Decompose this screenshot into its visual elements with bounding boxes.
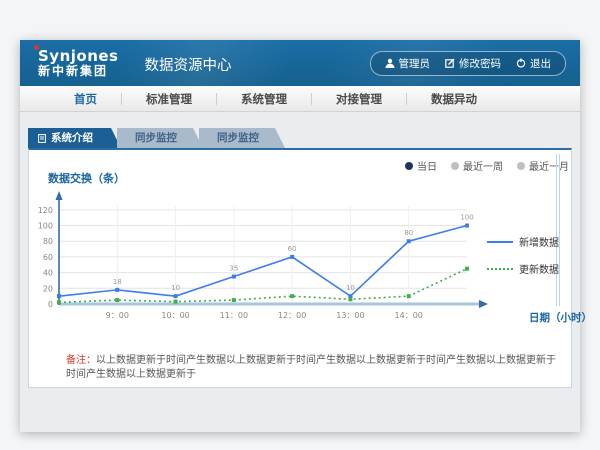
- tab-content: 当日 最近一周 最近一月 数据交换（条） 9：00 10：00 11：00 12：00…: [28, 148, 572, 388]
- main-nav: 首页 标准管理 系统管理 对接管理 数据异动: [20, 86, 580, 112]
- chart-x-axis-title: 日期（小时）: [529, 310, 592, 325]
- svg-text:18: 18: [113, 278, 122, 286]
- user-menu-change-password-label: 修改密码: [459, 56, 501, 71]
- svg-text:20: 20: [43, 284, 53, 293]
- radio-today-label: 当日: [417, 158, 437, 173]
- logo-asterisk-icon: [34, 45, 39, 50]
- footnote-text: 以上数据更新于时间产生数据以上数据更新于时间产生数据以上数据更新于时间产生数据以…: [66, 355, 556, 380]
- logout-icon: [516, 58, 526, 68]
- radio-last-month[interactable]: 最近一月: [517, 158, 569, 173]
- radio-last-month-label: 最近一月: [529, 158, 569, 173]
- app-header: Synjones 新中新集团 数据资源中心 管理员 修改密码 退出: [20, 40, 580, 86]
- desktop-background: Synjones 新中新集团 数据资源中心 管理员 修改密码 退出: [0, 0, 600, 450]
- nav-item-data-change[interactable]: 数据异动: [407, 91, 501, 107]
- user-menu-logout-label: 退出: [530, 56, 551, 71]
- panel-vertical-divider: [556, 154, 560, 306]
- radio-today[interactable]: 当日: [405, 158, 437, 173]
- user-menu-admin-label: 管理员: [399, 56, 431, 71]
- footnote: 备注：以上数据更新于时间产生数据以上数据更新于时间产生数据以上数据更新于时间产生…: [66, 354, 561, 382]
- legend-dotted-line-icon: [487, 268, 513, 270]
- period-filter-group: 当日 最近一周 最近一月: [405, 158, 569, 173]
- radio-last-week-label: 最近一周: [463, 158, 503, 173]
- radio-unselected-icon: [517, 162, 525, 170]
- user-menu-change-password[interactable]: 修改密码: [445, 56, 501, 71]
- document-icon: [38, 134, 46, 143]
- legend-update-data-label: 更新数据: [519, 261, 559, 276]
- logo-text-en: Synjones: [38, 49, 119, 65]
- legend-solid-line-icon: [487, 241, 513, 243]
- user-menu: 管理员 修改密码 退出: [370, 51, 567, 76]
- svg-text:120: 120: [38, 206, 53, 215]
- nav-item-interface-management[interactable]: 对接管理: [312, 91, 406, 107]
- svg-text:60: 60: [288, 245, 297, 253]
- svg-text:100: 100: [38, 222, 53, 231]
- legend-item-update-data[interactable]: 更新数据: [487, 261, 559, 276]
- nav-item-standard-management[interactable]: 标准管理: [122, 91, 216, 107]
- svg-text:80: 80: [43, 237, 53, 246]
- app-window: Synjones 新中新集团 数据资源中心 管理员 修改密码 退出: [20, 40, 580, 432]
- svg-text:100: 100: [460, 214, 473, 222]
- user-menu-admin[interactable]: 管理员: [385, 56, 431, 71]
- radio-selected-icon: [405, 162, 413, 170]
- content-panel: 系统介绍 同步监控 同步监控 当日: [28, 128, 572, 388]
- svg-text:9：00: 9：00: [106, 311, 129, 320]
- legend-new-data-label: 新增数据: [519, 234, 559, 249]
- chart-legend: 新增数据 更新数据: [487, 234, 559, 276]
- nav-item-home[interactable]: 首页: [50, 91, 121, 107]
- svg-text:10: 10: [346, 284, 355, 292]
- user-menu-logout[interactable]: 退出: [516, 56, 551, 71]
- svg-text:10: 10: [171, 284, 180, 292]
- footnote-prefix: 备注：: [66, 355, 96, 366]
- svg-text:10：00: 10：00: [161, 311, 189, 320]
- tab-system-intro-label: 系统介绍: [51, 128, 93, 148]
- tab-sync-monitor-1-label: 同步监控: [135, 132, 177, 144]
- logo-text-cn: 新中新集团: [38, 65, 119, 78]
- brand-logo[interactable]: Synjones 新中新集团: [38, 49, 119, 77]
- edit-icon: [445, 58, 455, 68]
- tab-sync-monitor-2[interactable]: 同步监控: [199, 128, 285, 148]
- page-title: 数据资源中心: [145, 51, 232, 75]
- svg-text:35: 35: [229, 265, 238, 273]
- radio-unselected-icon: [451, 162, 459, 170]
- svg-text:14：00: 14：00: [395, 311, 423, 320]
- user-icon: [385, 58, 395, 68]
- tab-sync-monitor-2-label: 同步监控: [217, 132, 259, 144]
- tab-bar: 系统介绍 同步监控 同步监控: [28, 128, 572, 148]
- radio-last-week[interactable]: 最近一周: [451, 158, 503, 173]
- svg-text:80: 80: [404, 229, 413, 237]
- legend-item-new-data[interactable]: 新增数据: [487, 234, 559, 249]
- tab-system-intro[interactable]: 系统介绍: [28, 128, 121, 148]
- svg-text:0: 0: [48, 300, 53, 309]
- nav-item-system-management[interactable]: 系统管理: [217, 91, 311, 107]
- svg-text:13：00: 13：00: [336, 311, 364, 320]
- svg-text:40: 40: [43, 269, 53, 278]
- line-chart: 9：00 10：00 11：00 12：00 13：00 14：00 0 20 40 60 80 10…: [31, 186, 501, 356]
- svg-text:11：00: 11：00: [220, 311, 248, 320]
- svg-text:12：00: 12：00: [278, 311, 306, 320]
- tab-sync-monitor-1[interactable]: 同步监控: [117, 128, 203, 148]
- svg-text:60: 60: [43, 253, 53, 262]
- chart-y-axis-title: 数据交换（条）: [48, 170, 125, 186]
